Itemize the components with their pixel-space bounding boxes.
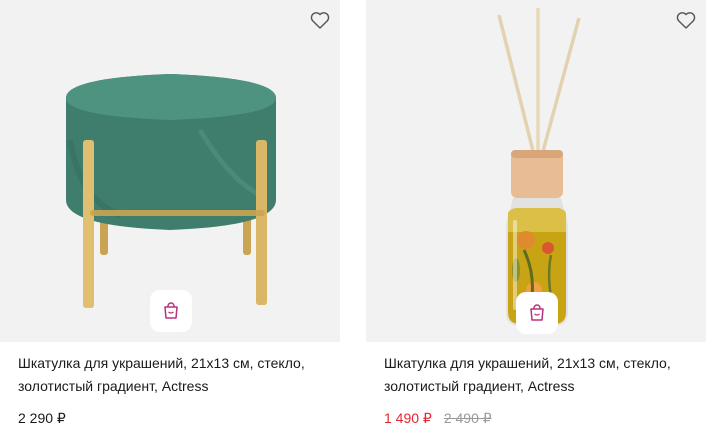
product-price: 2 290 ₽ [18, 410, 66, 426]
shopping-bag-icon [530, 304, 544, 321]
price-block: 2 290 ₽ [18, 409, 340, 427]
price-block: 1 490 ₽ 2 490 ₽ [384, 409, 706, 427]
heart-outline-icon [310, 12, 330, 29]
shopping-bag-icon [164, 302, 178, 319]
sale-price: 1 490 ₽ [384, 410, 432, 426]
favorite-button[interactable] [308, 8, 332, 32]
product-image-area[interactable] [0, 0, 340, 342]
product-image-area[interactable] [366, 0, 706, 342]
product-title[interactable]: Шкатулка для украшений, 21x13 см, стекло… [18, 352, 318, 398]
old-price: 2 490 ₽ [443, 410, 492, 426]
heart-outline-icon [676, 12, 696, 29]
add-to-cart-button[interactable] [516, 292, 558, 334]
product-card[interactable]: Шкатулка для украшений, 21x13 см, стекло… [0, 0, 340, 427]
favorite-button[interactable] [674, 8, 698, 32]
product-image-diffuser [497, 8, 581, 326]
product-card[interactable]: Шкатулка для украшений, 21x13 см, стекло… [366, 0, 706, 427]
add-to-cart-button[interactable] [150, 290, 192, 332]
product-title[interactable]: Шкатулка для украшений, 21x13 см, стекло… [384, 352, 684, 398]
